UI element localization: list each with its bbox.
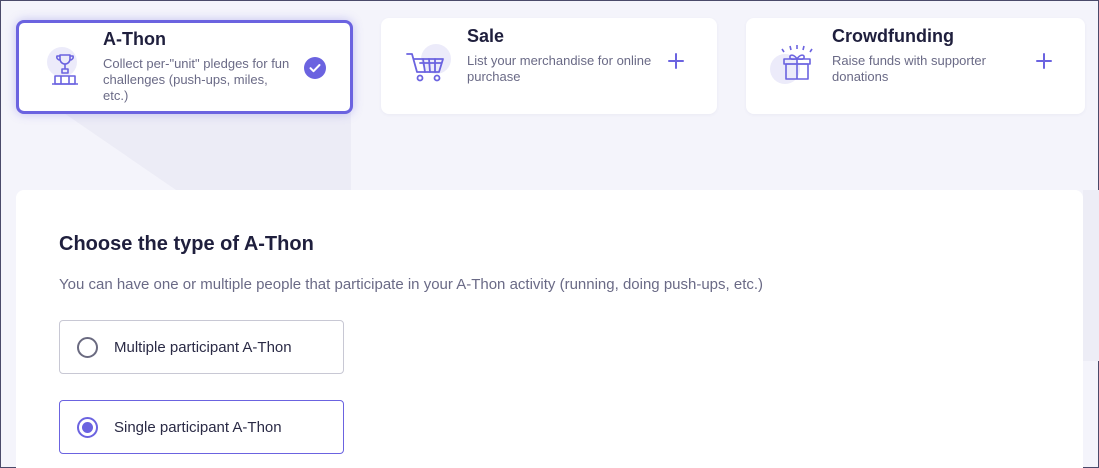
trophy-podium-icon bbox=[41, 43, 89, 91]
radio-button-selected[interactable] bbox=[77, 417, 98, 438]
card-athon[interactable]: A-Thon Collect per-"unit" pledges for fu… bbox=[16, 20, 353, 114]
check-circle-icon bbox=[304, 57, 326, 79]
option-single-participant[interactable]: Single participant A-Thon bbox=[59, 400, 344, 454]
option-label: Multiple participant A-Thon bbox=[114, 339, 292, 356]
gift-box-icon bbox=[770, 40, 818, 88]
option-label: Single participant A-Thon bbox=[114, 419, 282, 436]
card-crowdfunding[interactable]: Crowdfunding Raise funds with supporter … bbox=[746, 18, 1085, 114]
card-description: List your merchandise for online purchas… bbox=[467, 53, 652, 84]
option-multiple-participant[interactable]: Multiple participant A-Thon bbox=[59, 320, 344, 374]
card-title: Sale bbox=[467, 26, 505, 46]
campaign-type-cards: A-Thon Collect per-"unit" pledges for fu… bbox=[16, 18, 1086, 114]
card-description: Collect per-"unit" pledges for fun chall… bbox=[103, 56, 290, 103]
plus-icon[interactable] bbox=[667, 52, 685, 70]
card-description: Raise funds with supporter donations bbox=[832, 53, 986, 84]
athon-type-panel: Choose the type of A-Thon You can have o… bbox=[16, 190, 1083, 468]
panel-title: Choose the type of A-Thon bbox=[59, 233, 314, 255]
card-sale[interactable]: Sale List your merchandise for online pu… bbox=[381, 18, 717, 114]
shopping-cart-icon bbox=[405, 40, 453, 88]
radio-button[interactable] bbox=[77, 337, 98, 358]
card-title: Crowdfunding bbox=[832, 26, 954, 46]
panel-subtitle: You can have one or multiple people that… bbox=[59, 276, 764, 293]
card-title: A-Thon bbox=[103, 29, 166, 49]
plus-icon[interactable] bbox=[1035, 52, 1053, 70]
